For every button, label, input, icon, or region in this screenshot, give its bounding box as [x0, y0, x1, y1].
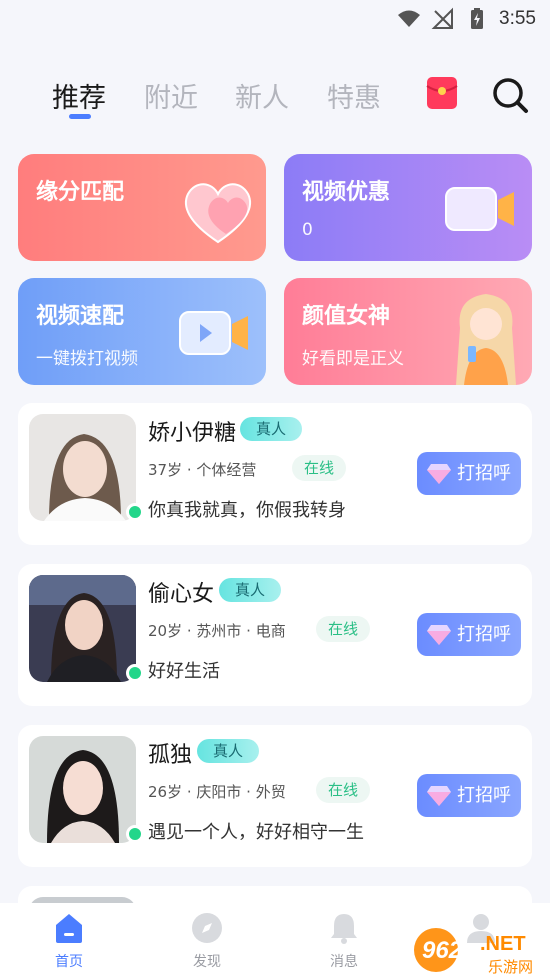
avatar-photo — [29, 575, 136, 682]
feature-title: 视频优惠 — [302, 180, 391, 205]
online-dot — [126, 664, 144, 682]
bell-icon — [331, 914, 357, 944]
user-name: 孤独 — [148, 743, 193, 768]
nav-messages-label: 消息 — [330, 954, 358, 970]
nav-home[interactable]: 首页 — [34, 911, 104, 971]
active-tab-indicator — [69, 114, 91, 119]
avatar-photo — [29, 414, 136, 521]
avatar[interactable] — [29, 414, 136, 521]
user-info: 26岁 · 庆阳市 · 外贸 — [148, 783, 286, 801]
svg-text:乐游网: 乐游网 — [488, 958, 533, 976]
search-icon[interactable] — [491, 76, 529, 114]
online-dot — [126, 503, 144, 521]
tab-nearby[interactable]: 附近 — [144, 76, 198, 115]
video-camera-icon — [445, 187, 514, 231]
greet-button[interactable]: 打招呼 — [417, 774, 521, 817]
gem-icon — [427, 464, 451, 484]
gem-icon — [427, 786, 451, 806]
nav-messages[interactable]: 消息 — [309, 911, 379, 971]
site-watermark-logo: 962 .NET 乐游网 — [414, 928, 533, 976]
wifi-icon — [398, 10, 421, 27]
status-time: 3:55 — [499, 8, 536, 29]
user-card[interactable]: 孤独 真人 26岁 · 庆阳市 · 外贸 在线 遇见一个人，好好相守一生 打招呼 — [18, 725, 532, 867]
feature-card-video-discount[interactable]: 视频优惠 0 — [284, 154, 532, 261]
red-packet-icon[interactable] — [426, 76, 458, 110]
avatar-photo — [29, 736, 136, 843]
online-dot — [126, 825, 144, 843]
nav-home-label: 首页 — [55, 954, 83, 970]
status-icons: 3:55 — [397, 7, 536, 31]
nav-discover-label: 发现 — [193, 954, 221, 970]
avatar[interactable] — [29, 575, 136, 682]
battery-charging-icon — [471, 8, 484, 29]
tab-recommend[interactable]: 推荐 — [52, 76, 106, 115]
feature-subtitle: 好看即是正义 — [302, 349, 404, 369]
greet-button[interactable]: 打招呼 — [417, 452, 521, 495]
avatar[interactable] — [29, 736, 136, 843]
feature-card-video-match[interactable]: 视频速配 一键拨打视频 — [18, 278, 266, 385]
svg-text:.NET: .NET — [480, 933, 526, 955]
user-card[interactable]: 偷心女 真人 20岁 · 苏州市 · 电商 在线 好好生活 打招呼 — [18, 564, 532, 706]
feature-title: 视频速配 — [36, 304, 125, 329]
svg-text:962: 962 — [422, 937, 463, 964]
verified-badge: 真人 — [197, 739, 260, 763]
feature-subtitle: 0 — [302, 220, 313, 240]
video-play-icon — [179, 311, 248, 355]
user-signature: 遇见一个人，好好相守一生 — [148, 822, 364, 843]
user-signature: 你真我就真，你假我转身 — [148, 500, 346, 521]
goddess-illustration — [456, 294, 516, 385]
no-signal-icon — [431, 7, 454, 29]
gem-icon — [427, 625, 451, 645]
greet-label: 打招呼 — [457, 785, 511, 806]
home-icon — [56, 914, 82, 943]
greet-label: 打招呼 — [457, 624, 511, 645]
feature-title: 缘分匹配 — [36, 180, 125, 205]
greet-label: 打招呼 — [457, 463, 511, 484]
feature-card-match[interactable]: 缘分匹配 — [18, 154, 266, 261]
user-name: 娇小伊糖 — [148, 421, 237, 446]
heart-icon — [184, 183, 252, 244]
greet-button[interactable]: 打招呼 — [417, 613, 521, 656]
user-signature: 好好生活 — [148, 661, 220, 682]
verified-badge: 真人 — [240, 417, 303, 441]
online-status: 在线 — [316, 777, 371, 803]
verified-badge: 真人 — [219, 578, 282, 602]
feature-title: 颜值女神 — [302, 304, 391, 329]
tab-newcomers[interactable]: 新人 — [235, 76, 289, 115]
user-info: 20岁 · 苏州市 · 电商 — [148, 622, 286, 640]
online-status: 在线 — [316, 616, 371, 642]
feature-card-beauty[interactable]: 颜值女神 好看即是正义 — [284, 278, 532, 385]
feature-subtitle: 一键拨打视频 — [36, 349, 138, 369]
compass-icon — [192, 913, 222, 943]
tab-deals[interactable]: 特惠 — [327, 76, 381, 115]
nav-discover[interactable]: 发现 — [172, 911, 242, 971]
status-bar: 3:55 — [0, 0, 550, 38]
online-status: 在线 — [292, 455, 347, 481]
user-card[interactable]: 娇小伊糖 真人 37岁 · 个体经营 在线 你真我就真，你假我转身 打招呼 — [18, 403, 532, 545]
user-info: 37岁 · 个体经营 — [148, 461, 257, 479]
user-name: 偷心女 — [148, 582, 215, 607]
